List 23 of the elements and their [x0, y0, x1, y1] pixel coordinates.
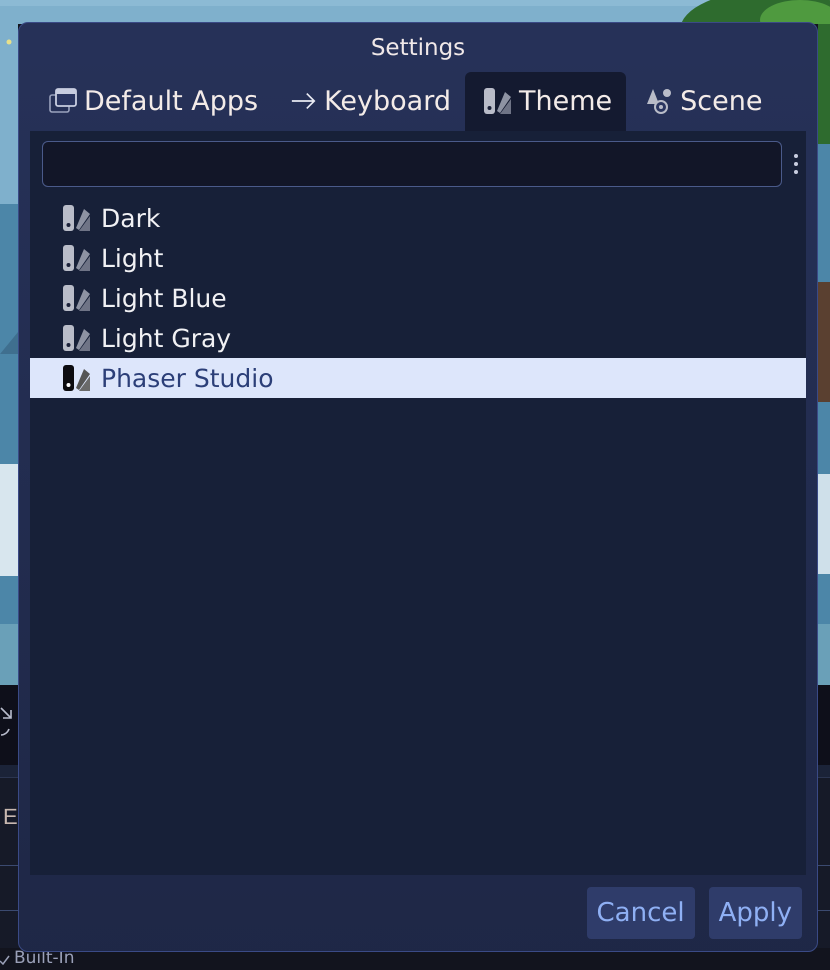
- tab[interactable]: Theme: [464, 72, 626, 131]
- filter-label: Built-In: [14, 947, 74, 970]
- tab[interactable]: Keyboard: [272, 72, 465, 131]
- theme-item[interactable]: Light: [30, 238, 806, 278]
- theme-icon: [62, 364, 92, 392]
- theme-icon: [62, 284, 92, 312]
- theme-item[interactable]: Light Gray: [30, 318, 806, 358]
- tab[interactable]: Scene: [626, 72, 776, 131]
- dialog-button[interactable]: Cancel: [586, 887, 695, 939]
- more-icon[interactable]: [794, 154, 798, 174]
- panel-text: E: [3, 804, 18, 830]
- theme-icon: [62, 324, 92, 352]
- dialog-button[interactable]: Apply: [708, 887, 802, 939]
- search-field[interactable]: [42, 141, 782, 187]
- theme-icon: [482, 87, 513, 116]
- check-icon: [0, 952, 10, 964]
- theme-item[interactable]: Phaser Studio: [30, 358, 806, 398]
- dialog-title: Settings: [370, 35, 466, 62]
- theme-item[interactable]: Dark: [30, 198, 806, 238]
- tab[interactable]: Default Apps: [30, 72, 272, 131]
- theme-icon: [62, 204, 92, 232]
- theme-item[interactable]: Light Blue: [30, 278, 806, 318]
- theme-icon: [62, 244, 92, 272]
